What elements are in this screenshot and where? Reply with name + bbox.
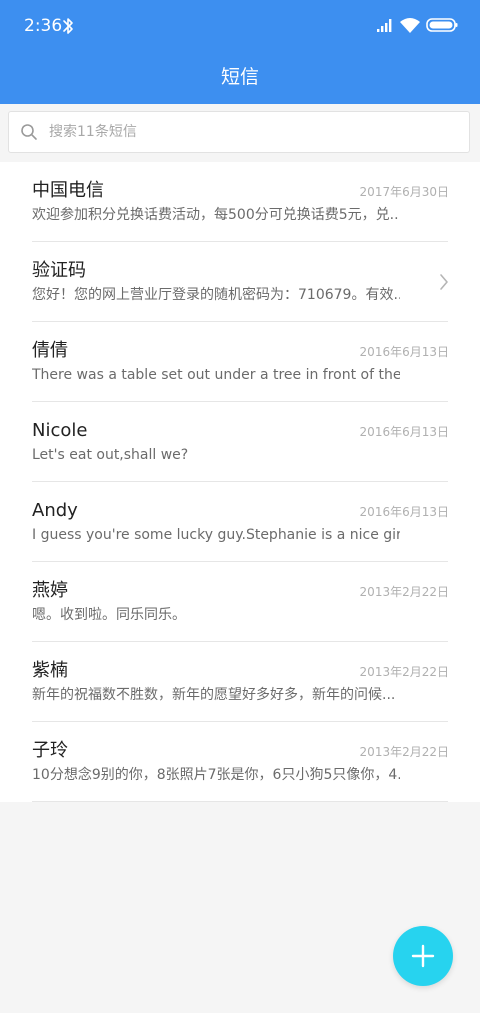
conversation-preview: 新年的祝福数不胜数，新年的愿望好多好多，新年的问候... xyxy=(32,687,396,703)
conversation-name: 子玲 xyxy=(32,740,68,761)
conversation-item[interactable]: 中国电信 2017年6月30日 欢迎参加积分兑换话费活动，每500分可兑换话费5… xyxy=(0,162,480,242)
conversation-date: 2017年6月30日 xyxy=(359,185,449,199)
page-title: 短信 xyxy=(220,66,259,88)
conversation-preview: I guess you're some lucky guy.Stephanie … xyxy=(32,527,400,543)
conversation-name: 中国电信 xyxy=(32,180,104,201)
conversation-item[interactable]: 紫楠 2013年2月22日 新年的祝福数不胜数，新年的愿望好多好多，新年的问候.… xyxy=(0,642,480,722)
row-divider xyxy=(32,801,448,802)
signal-icon xyxy=(377,19,392,32)
conversation-item[interactable]: 子玲 2013年2月22日 10分想念9别的你，8张照片7张是你，6只小狗5只像… xyxy=(0,722,480,802)
conversation-item[interactable]: 燕婷 2013年2月22日 嗯。收到啦。同乐同乐。 xyxy=(0,562,480,642)
search-input[interactable] xyxy=(49,120,449,144)
conversation-date: 2013年2月22日 xyxy=(359,665,449,679)
conversation-name: 紫楠 xyxy=(32,660,68,681)
conversation-preview: 欢迎参加积分兑换话费活动，每500分可兑换话费5元，兑... xyxy=(32,207,400,223)
battery-icon xyxy=(426,18,458,32)
conversation-preview: 10分想念9别的你，8张照片7张是你，6只小狗5只像你，4... xyxy=(32,767,400,783)
bluetooth-icon xyxy=(63,18,73,34)
conversation-date: 2013年2月22日 xyxy=(359,585,449,599)
status-bar: 2:36 xyxy=(0,0,480,52)
conversation-preview: Let's eat out,shall we? xyxy=(32,447,189,463)
new-message-button[interactable] xyxy=(393,926,453,986)
conversation-item[interactable]: Nicole 2016年6月13日 Let's eat out,shall we… xyxy=(0,402,480,482)
conversation-item[interactable]: Andy 2016年6月13日 I guess you're some luck… xyxy=(0,482,480,562)
conversation-preview: There was a table set out under a tree i… xyxy=(32,367,400,383)
conversation-name: 验证码 xyxy=(32,260,86,281)
wifi-icon xyxy=(400,18,420,33)
search-box[interactable] xyxy=(8,111,470,153)
conversation-name: 燕婷 xyxy=(32,580,68,601)
search-icon xyxy=(21,124,37,140)
conversation-date: 2016年6月13日 xyxy=(359,505,449,519)
conversation-date: 2016年6月13日 xyxy=(359,425,449,439)
status-time: 2:36 xyxy=(24,16,63,36)
conversation-date: 2016年6月13日 xyxy=(359,345,449,359)
plus-icon xyxy=(411,944,435,968)
conversation-name: 倩倩 xyxy=(32,340,68,361)
conversation-name: Nicole xyxy=(32,420,88,441)
conversation-name: Andy xyxy=(32,500,78,521)
app-header: 2:36 短信 xyxy=(0,0,480,104)
conversation-list: 中国电信 2017年6月30日 欢迎参加积分兑换话费活动，每500分可兑换话费5… xyxy=(0,162,480,802)
conversation-preview: 您好！您的网上营业厅登录的随机密码为：710679。有效... xyxy=(32,287,400,303)
conversation-date: 2013年2月22日 xyxy=(359,745,449,759)
conversation-preview: 嗯。收到啦。同乐同乐。 xyxy=(32,607,186,623)
conversation-item[interactable]: 倩倩 2016年6月13日 There was a table set out … xyxy=(0,322,480,402)
conversation-item[interactable]: 验证码 您好！您的网上营业厅登录的随机密码为：710679。有效... xyxy=(0,242,480,322)
chevron-right-icon[interactable] xyxy=(438,272,450,292)
search-area xyxy=(0,104,480,162)
